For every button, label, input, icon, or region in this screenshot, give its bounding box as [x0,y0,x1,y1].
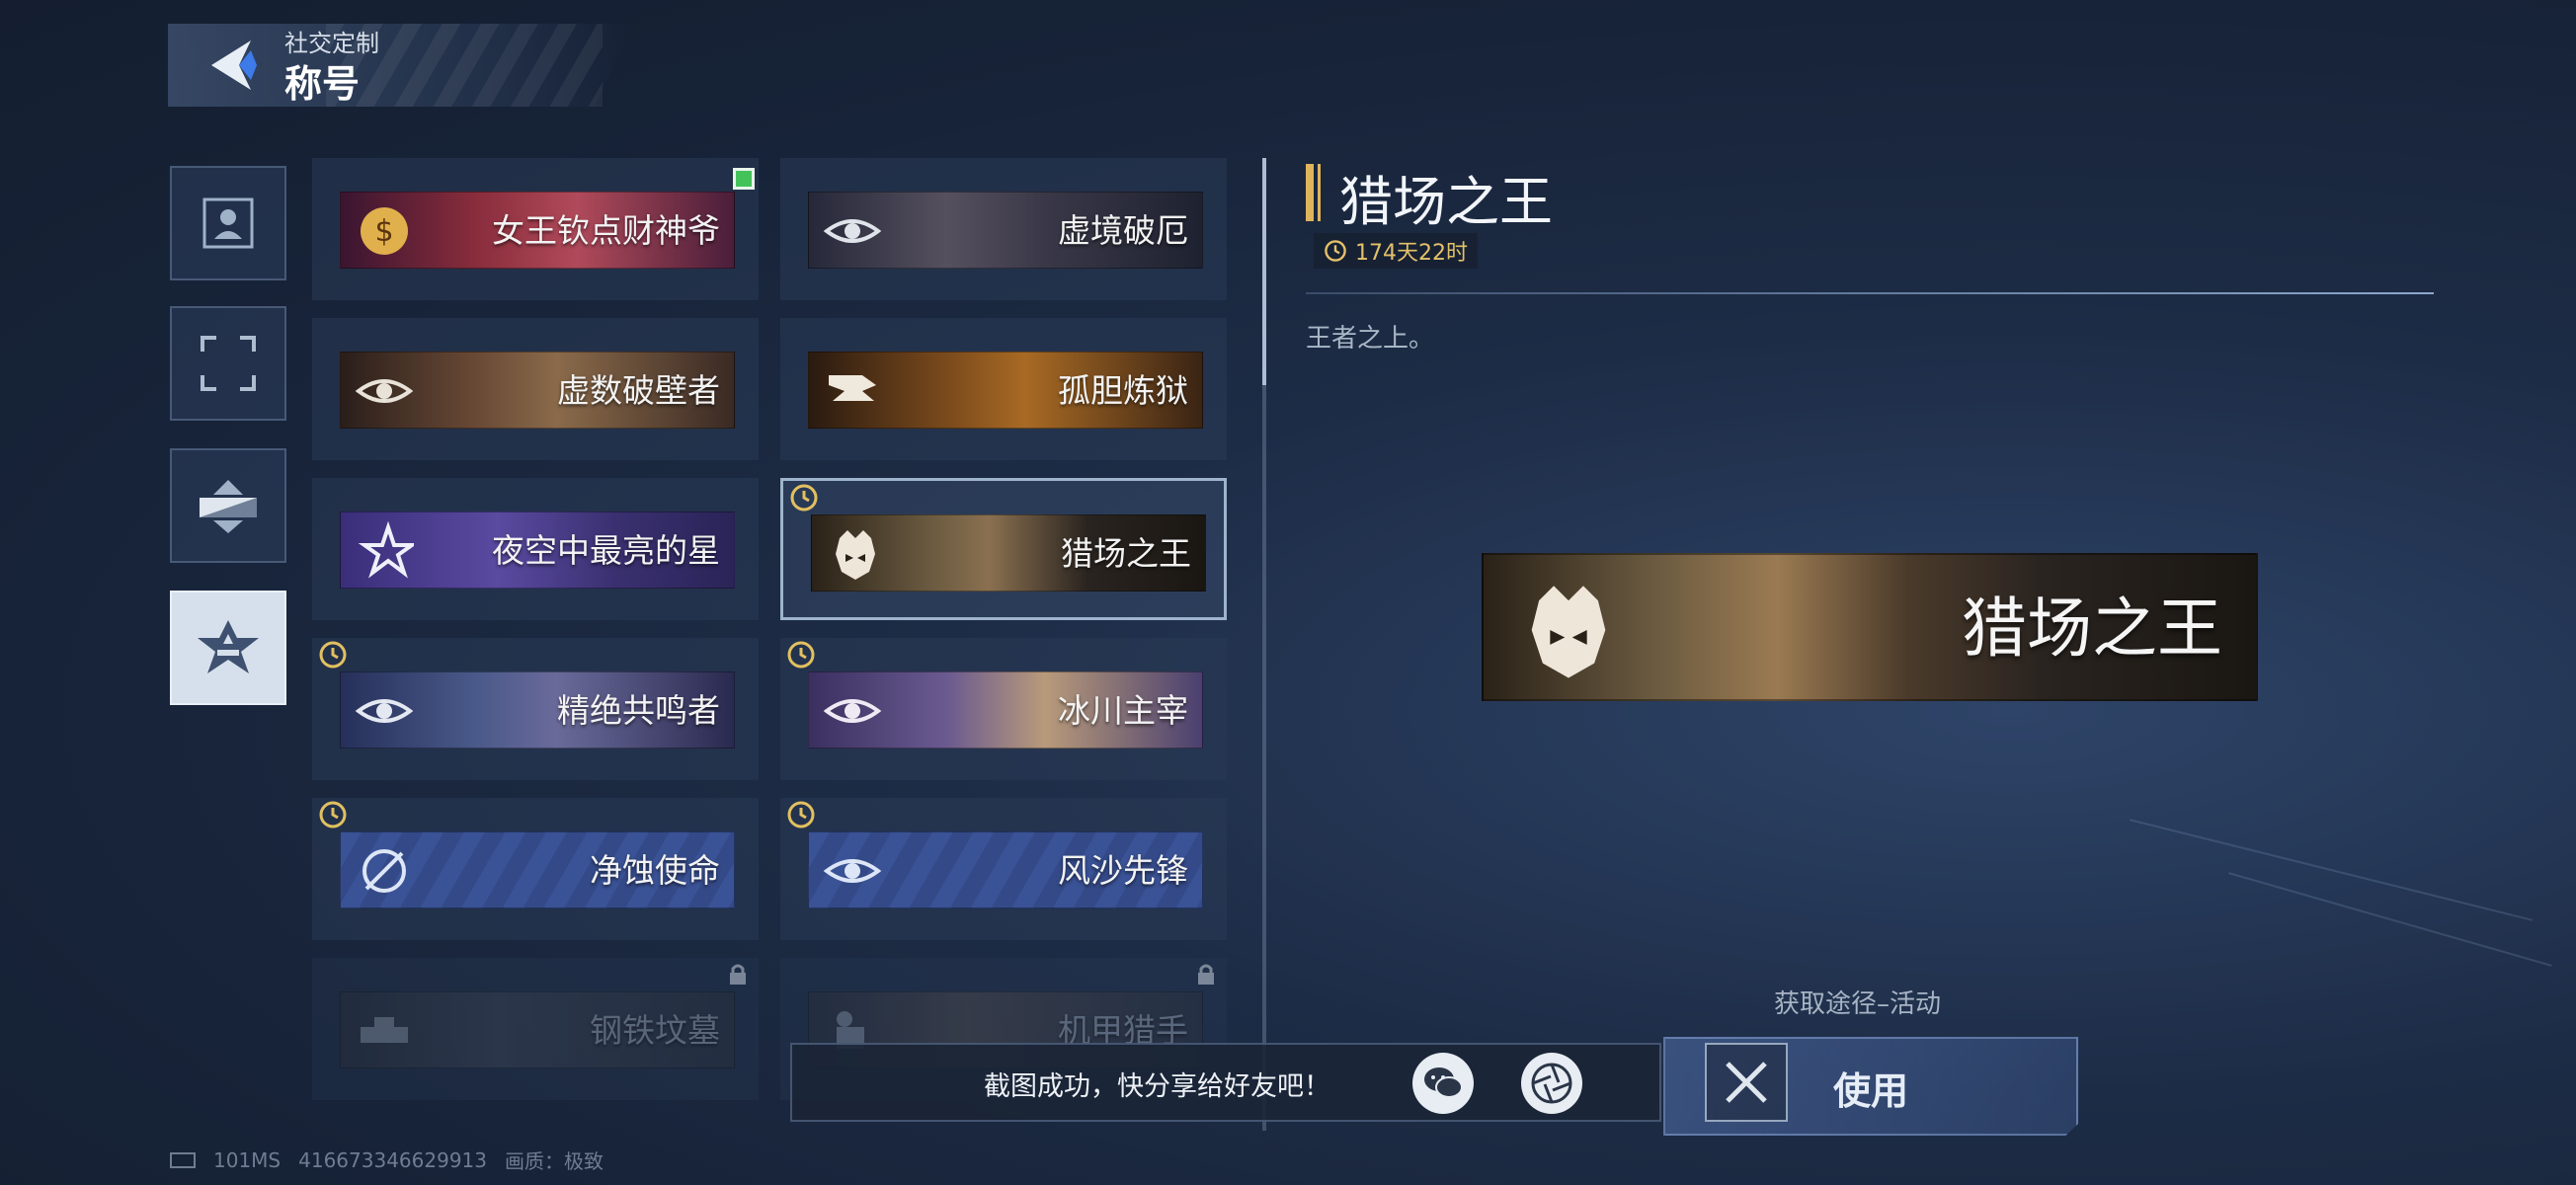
lock-icon [730,964,746,985]
detail-description: 王者之上。 [1306,324,1435,354]
title-banner: $ 女王钦点财神爷 [340,192,735,269]
tab-nameplate[interactable] [170,448,286,563]
quality-label: 画质：极致 [505,1149,604,1173]
title-banner: 净蚀使命 [340,831,735,908]
title-banner: 夜空中最亮的星 [340,512,735,589]
title-label: 孤胆炼狱 [1058,371,1188,410]
title-item-4[interactable]: 孤胆炼狱 [780,318,1227,460]
title-banner: 猎场之王 [811,514,1206,592]
detail-divider [1306,292,2434,294]
title-item-3[interactable]: 虚数破壁者 [312,318,759,460]
title-banner: 精绝共鸣者 [340,672,735,749]
eye-emblem-icon [823,219,882,243]
new-badge [733,168,755,190]
title-emblem-icon [198,620,259,673]
title-preview-banner: 猎场之王 [1482,553,2258,701]
title-item-6[interactable]: 猎场之王 [780,478,1227,620]
title-label: 夜空中最亮的星 [492,531,720,570]
title-item-11[interactable]: 钢铁坟墓 [312,958,759,1100]
crown-mask-emblem-icon [836,530,875,580]
title-grid: $ 女王钦点财神爷 虚境破厄 虚数破壁者 孤胆炼狱 夜空中最亮的星 猎场之王 精… [312,158,1229,1106]
title-label: 风沙先锋 [1058,851,1188,890]
status-footer: 101MS 416673346629913 画质：极致 [170,1146,604,1174]
detail-title: 猎场之王 [1339,171,1553,233]
close-icon [1726,1062,1767,1103]
avatar-icon [202,198,254,249]
clock-icon [787,641,815,669]
star-emblem-icon [358,521,414,579]
bg-streak [2228,872,2552,967]
close-toast-button[interactable] [1705,1043,1788,1122]
title-item-2[interactable]: 虚境破厄 [780,158,1227,300]
title-item-8[interactable]: 冰川主宰 [780,638,1227,780]
title-label: 净蚀使命 [590,851,720,890]
back-button[interactable] [194,30,269,101]
clock-icon [319,801,347,829]
title-item-9[interactable]: 净蚀使命 [312,798,759,940]
eye-emblem-icon [823,859,882,883]
nameplate-icon [200,480,257,533]
title-banner: 冰川主宰 [808,672,1203,749]
tab-frame[interactable] [170,306,286,421]
frame-icon [201,336,256,391]
eye-emblem-icon [823,699,882,723]
toast-message: 截图成功，快分享给好友吧！ [984,1071,1330,1102]
title-item-5[interactable]: 夜空中最亮的星 [312,478,759,620]
title-label: 虚境破厄 [1058,211,1188,250]
moments-share-button[interactable] [1521,1053,1582,1114]
acquire-source: 获取途径–活动 [1774,989,1942,1019]
clock-icon [790,484,818,512]
title-item-1[interactable]: $ 女王钦点财神爷 [312,158,759,300]
preview-label: 猎场之王 [1962,591,2222,667]
crown-mask-emblem-icon [1531,586,1606,678]
latency: 101MS [213,1147,282,1172]
title-label: 女王钦点财神爷 [492,211,720,250]
tank-emblem-icon [361,1017,408,1043]
svg-text:$: $ [374,214,393,249]
title-label: 钢铁坟墓 [590,1011,720,1050]
title-banner: 孤胆炼狱 [808,352,1203,429]
title-accent-bar [1318,164,1321,221]
lock-icon [1198,964,1214,985]
wechat-icon [1424,1067,1463,1098]
title-accent-bar [1306,164,1314,221]
clock-icon [319,641,347,669]
tab-avatar[interactable] [170,166,286,280]
title-label: 冰川主宰 [1058,691,1188,730]
title-banner: 虚数破壁者 [340,352,735,429]
wechat-share-button[interactable] [1412,1053,1474,1114]
user-id: 416673346629913 [298,1147,487,1172]
page-title: 称号 [284,62,361,106]
title-label: 猎场之王 [1061,534,1191,573]
clock-icon [787,801,815,829]
aperture-icon [1531,1063,1572,1104]
eye-emblem-icon [355,379,414,403]
tab-title[interactable] [170,591,286,705]
purge-emblem-icon [362,849,406,893]
title-banner: 风沙先锋 [808,831,1203,908]
title-label: 精绝共鸣者 [557,691,720,730]
clock-icon [1325,240,1346,262]
title-banner: 虚境破厄 [808,192,1203,269]
title-label: 虚数破壁者 [557,371,720,410]
eye-emblem-icon [355,699,414,723]
title-item-10[interactable]: 风沙先锋 [780,798,1227,940]
use-button-label[interactable]: 使用 [1833,1061,1908,1115]
remaining-time: 174天22时 [1314,233,1478,269]
network-signal-icon [170,1151,196,1168]
coin-emblem-icon: $ [361,207,408,255]
back-arrow-icon [211,40,257,90]
title-banner: 钢铁坟墓 [340,991,735,1068]
list-scrollbar-thumb[interactable] [1262,158,1266,385]
title-item-7[interactable]: 精绝共鸣者 [312,638,759,780]
remaining-time-text: 174天22时 [1355,241,1468,266]
bg-streak [2129,819,2534,921]
beast-emblem-icon [829,375,876,401]
